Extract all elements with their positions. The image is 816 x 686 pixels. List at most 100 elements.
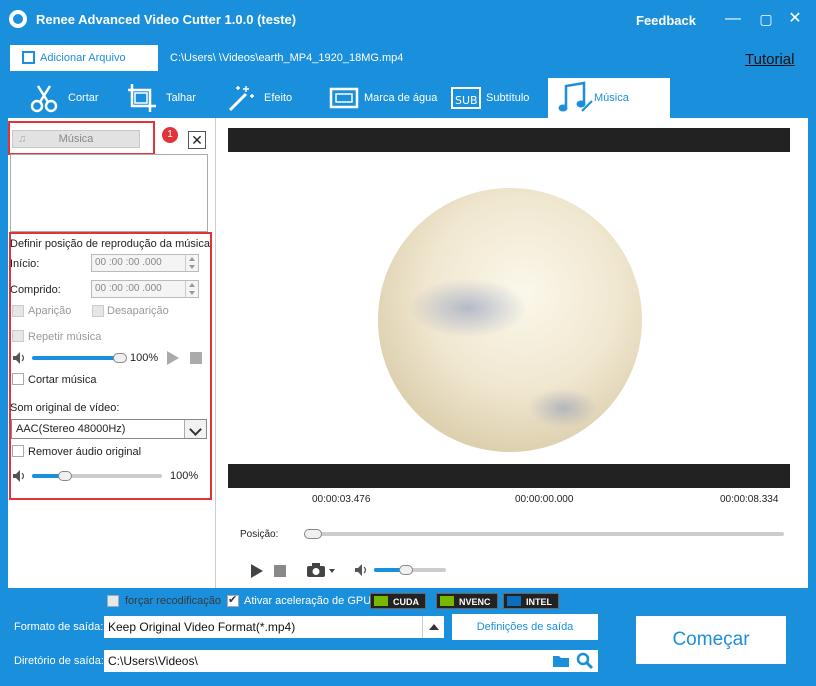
tab-efeito-label: Efeito <box>264 92 293 104</box>
repeat-music-checkbox[interactable] <box>12 330 24 342</box>
output-dir-input[interactable]: C:\Users\Videos\ <box>104 650 598 672</box>
snapshot-camera-icon[interactable] <box>306 562 336 578</box>
add-music-label: Música <box>58 133 94 145</box>
close-window-button[interactable]: ✕ <box>784 8 806 30</box>
start-time-input[interactable]: 00 :00 :00 .000 <box>91 254 199 272</box>
magic-wand-icon <box>228 86 254 112</box>
music-list[interactable] <box>10 154 208 232</box>
music-stop-icon[interactable] <box>190 352 202 364</box>
output-dir-label: Diretório de saída: <box>14 655 104 667</box>
nvidia-logo-icon <box>440 596 454 606</box>
force-reencode-checkbox[interactable] <box>107 595 119 607</box>
length-time-stepper[interactable] <box>185 281 198 297</box>
svg-text:SUB: SUB <box>455 94 478 107</box>
start-time-stepper[interactable] <box>185 255 198 271</box>
music-volume-icon <box>13 352 25 364</box>
player-volume-knob[interactable] <box>399 565 413 575</box>
output-format-select[interactable]: Keep Original Video Format(*.mp4) <box>104 616 444 638</box>
output-settings-button[interactable]: Definições de saída <box>452 614 598 640</box>
start-label: Início: <box>10 258 40 270</box>
original-volume-knob[interactable] <box>58 471 72 481</box>
intel-logo-icon <box>507 596 521 606</box>
folder-icon[interactable] <box>552 654 570 668</box>
tab-musica[interactable]: Música <box>548 78 670 118</box>
tab-efeito[interactable]: Efeito <box>226 78 316 118</box>
nvenc-label: NVENC <box>459 597 491 607</box>
force-reencode-label: forçar recodificação <box>125 595 221 607</box>
remove-audio-label: Remover áudio original <box>28 446 142 458</box>
file-path: C:\Users\ \Videos\earth_MP4_1920_18MG.mp… <box>170 52 404 64</box>
player-volume-icon <box>355 564 367 576</box>
app-title: Renee Advanced Video Cutter 1.0.0 (teste… <box>36 12 297 27</box>
music-small-icon: ♫ <box>18 133 27 145</box>
stop-icon[interactable] <box>274 565 286 577</box>
maximize-button[interactable]: ▢ <box>755 8 777 30</box>
tab-subtitulo[interactable]: SUB Subtítulo <box>450 78 540 118</box>
cuda-badge: CUDA <box>370 593 426 609</box>
scissors-icon <box>30 85 58 113</box>
callout-badge-1: 1 <box>162 127 178 143</box>
fade-out-checkbox[interactable] <box>92 305 104 317</box>
minimize-button[interactable]: — <box>722 8 744 30</box>
original-volume-icon <box>13 470 25 482</box>
add-file-label: Adicionar Arquivo <box>40 52 126 64</box>
crop-icon <box>128 84 156 112</box>
fade-in-label: Aparição <box>28 305 72 317</box>
play-icon[interactable] <box>250 564 264 578</box>
music-volume-value: 100% <box>130 352 159 364</box>
music-volume-knob[interactable] <box>113 353 127 363</box>
cut-music-label: Cortar música <box>28 374 97 386</box>
gpu-accel-checkbox[interactable] <box>227 593 239 607</box>
cut-music-checkbox[interactable] <box>12 373 24 385</box>
main-area: 1 ♫ Música ✕ 2 Definir posição de reprod… <box>8 118 808 588</box>
tab-marca-de-agua[interactable]: Marca de água <box>328 78 438 118</box>
audio-codec-value: AAC(Stereo 48000Hz) <box>16 423 126 435</box>
output-dir-value: C:\Users\Videos\ <box>108 654 198 668</box>
start-time-value: 00 :00 :00 .000 <box>95 257 162 268</box>
intel-badge: INTEL <box>503 593 559 609</box>
music-play-icon[interactable] <box>166 351 180 365</box>
time-start: 00:00:03.476 <box>312 494 371 505</box>
tab-cortar[interactable]: Cortar <box>28 78 118 118</box>
tab-marca-de-agua-label: Marca de água <box>364 92 438 104</box>
video-letterbox-top <box>228 128 790 152</box>
app-logo-icon <box>9 10 27 28</box>
tutorial-link[interactable]: Tutorial <box>745 51 794 68</box>
add-file-icon <box>22 51 35 64</box>
music-settings-panel: 1 ♫ Música ✕ 2 Definir posição de reprod… <box>8 118 239 588</box>
intel-label: INTEL <box>526 597 552 607</box>
audio-codec-select[interactable]: AAC(Stereo 48000Hz) <box>11 419 207 439</box>
position-slider[interactable] <box>304 532 784 536</box>
nvidia-logo-icon <box>374 596 388 606</box>
video-preview-panel: 00:00:03.476 00:00:00.000 00:00:08.334 P… <box>218 118 808 588</box>
position-knob[interactable] <box>304 529 322 539</box>
original-volume-value: 100% <box>170 470 199 482</box>
length-time-input[interactable]: 00 :00 :00 .000 <box>91 280 199 298</box>
search-icon[interactable] <box>576 652 594 670</box>
output-format-label: Formato de saída: <box>14 621 104 633</box>
position-title: Definir posição de reprodução da música <box>10 238 210 250</box>
chevron-down-icon[interactable] <box>184 420 206 438</box>
add-music-button[interactable]: ♫ Música <box>12 130 140 148</box>
tab-talhar[interactable]: Talhar <box>126 78 216 118</box>
chevron-up-icon[interactable] <box>422 616 444 638</box>
tab-subtitulo-label: Subtítulo <box>486 92 530 104</box>
add-file-button[interactable]: Adicionar Arquivo <box>10 45 158 71</box>
output-bar: forçar recodificação Ativar aceleração d… <box>0 588 816 686</box>
start-button[interactable]: Começar <box>636 616 786 664</box>
callout-box-2 <box>9 232 212 500</box>
repeat-music-label: Repetir música <box>28 331 102 343</box>
tab-bar: Cortar Talhar Efeito Marca de água SUB S… <box>0 78 816 118</box>
music-note-icon <box>558 81 593 112</box>
remove-audio-checkbox[interactable] <box>12 445 24 457</box>
nvenc-badge: NVENC <box>436 593 498 609</box>
tab-talhar-label: Talhar <box>166 92 196 104</box>
watermark-icon <box>329 87 359 109</box>
remove-music-button[interactable]: ✕ <box>188 131 206 149</box>
time-current: 00:00:00.000 <box>515 494 574 505</box>
music-volume-slider[interactable] <box>32 356 120 360</box>
fade-in-checkbox[interactable] <box>12 305 24 317</box>
feedback-link[interactable]: Feedback <box>636 13 696 28</box>
tab-musica-label: Música <box>594 92 629 104</box>
time-end: 00:00:08.334 <box>720 494 779 505</box>
